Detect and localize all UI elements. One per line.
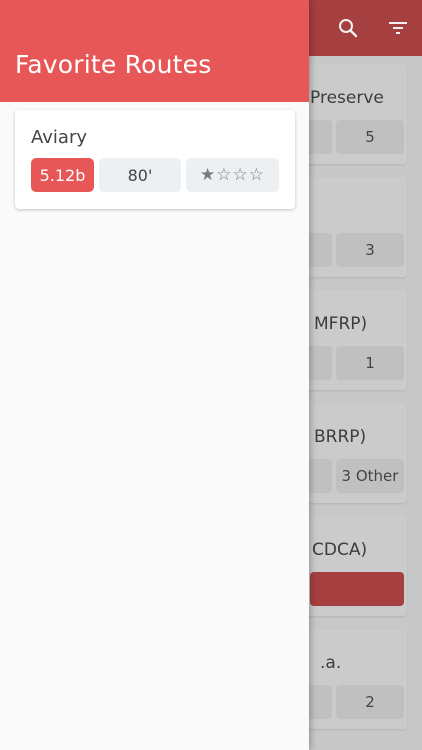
area-title: CDCA) [312, 540, 368, 560]
height-badge: 80' [99, 158, 181, 192]
grade-badge: 5.12b [31, 158, 94, 192]
route-count-chip: 5 [336, 120, 404, 154]
drawer-title: Favorite Routes [15, 50, 212, 79]
drawer-header: Favorite Routes [0, 0, 309, 102]
favorites-drawer: Favorite Routes Aviary 5.12b 80' ★☆☆☆ [0, 0, 309, 750]
route-count-chip: 1 [336, 346, 404, 380]
search-icon[interactable] [336, 16, 360, 40]
area-title: MFRP) [314, 314, 368, 334]
route-count-chip: 3 Other [336, 459, 404, 493]
route-count-chip: 2 [336, 685, 404, 719]
area-title: Preserve [310, 88, 384, 108]
area-title: .a. [320, 653, 342, 673]
area-title: BRRP) [314, 427, 367, 447]
filter-icon[interactable] [386, 16, 410, 40]
route-count-chip [310, 572, 404, 606]
favorite-route-card[interactable]: Aviary 5.12b 80' ★☆☆☆ [15, 110, 295, 209]
route-count-chip: 3 [336, 233, 404, 267]
star-rating: ★☆☆☆ [186, 158, 279, 192]
route-name: Aviary [31, 127, 87, 148]
